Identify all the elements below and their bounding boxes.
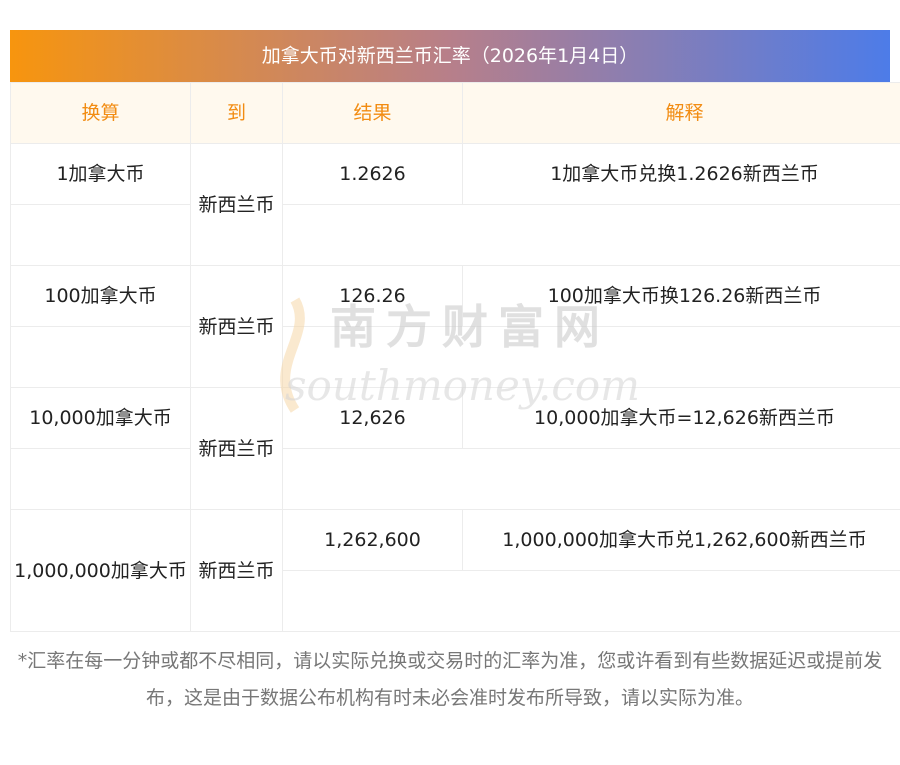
spacer-cell — [10, 326, 191, 388]
table-row: 1,000,000加拿大币 新西兰币 1,262,600 1,000,000加拿… — [10, 509, 900, 632]
spacer-cell — [282, 326, 463, 388]
spacer-cell — [10, 448, 191, 510]
spacer-cell — [282, 204, 463, 266]
from-cell: 1加拿大币 — [10, 143, 191, 205]
from-cell: 100加拿大币 — [10, 265, 191, 327]
spacer-cell — [462, 326, 900, 388]
spacer-cell — [10, 204, 191, 266]
table-row: 1加拿大币 新西兰币 1.2626 1加拿大币兑换1.2626新西兰币 — [10, 143, 900, 266]
to-cell: 新西兰币 — [190, 143, 283, 266]
explain-cell: 1加拿大币兑换1.2626新西兰币 — [462, 143, 900, 205]
from-cell: 1,000,000加拿大币 — [10, 509, 191, 632]
result-cell: 1,262,600 — [282, 509, 463, 571]
result-cell: 126.26 — [282, 265, 463, 327]
to-cell: 新西兰币 — [190, 509, 283, 632]
table-row-spacer — [10, 448, 900, 510]
table-title: 加拿大币对新西兰币汇率（2026年1月4日） — [10, 30, 890, 82]
explain-cell: 100加拿大币换126.26新西兰币 — [462, 265, 900, 327]
spacer-cell — [462, 570, 900, 632]
result-cell: 12,626 — [282, 387, 463, 449]
spacer-cell — [282, 570, 463, 632]
spacer-cell — [462, 448, 900, 510]
rate-table-container: 加拿大币对新西兰币汇率（2026年1月4日） 换算 到 结果 解释 1加拿大币 … — [10, 30, 900, 632]
header-to: 到 — [190, 82, 283, 144]
table-header-row: 换算 到 结果 解释 — [10, 82, 900, 144]
explain-cell: 1,000,000加拿大币兑1,262,600新西兰币 — [462, 509, 900, 571]
table-row: 10,000加拿大币 新西兰币 12,626 10,000加拿大币=12,626… — [10, 387, 900, 510]
explain-cell: 10,000加拿大币=12,626新西兰币 — [462, 387, 900, 449]
table-row-spacer — [10, 204, 900, 266]
header-explain: 解释 — [462, 82, 900, 144]
disclaimer-note: *汇率在每一分钟或都不尽相同，请以实际兑换或交易时的汇率为准，您或许看到有些数据… — [17, 650, 883, 709]
header-convert: 换算 — [10, 82, 191, 144]
spacer-cell — [462, 204, 900, 266]
table-row-spacer — [10, 326, 900, 388]
to-cell: 新西兰币 — [190, 387, 283, 510]
from-cell: 10,000加拿大币 — [10, 387, 191, 449]
header-result: 结果 — [282, 82, 463, 144]
exchange-rate-table: 换算 到 结果 解释 1加拿大币 新西兰币 1.2626 1加拿大币兑换1.26… — [10, 82, 900, 632]
result-cell: 1.2626 — [282, 143, 463, 205]
to-cell: 新西兰币 — [190, 265, 283, 388]
table-row: 100加拿大币 新西兰币 126.26 100加拿大币换126.26新西兰币 — [10, 265, 900, 388]
spacer-cell — [282, 448, 463, 510]
